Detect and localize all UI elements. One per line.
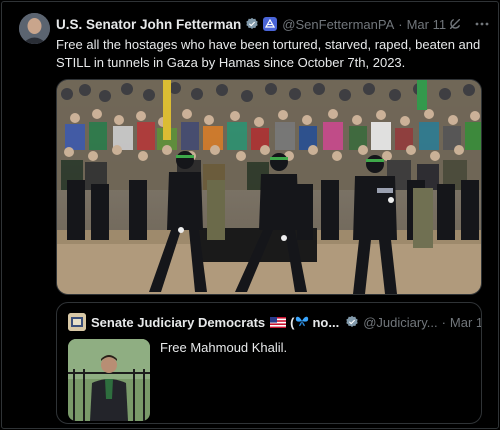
quoted-header-separator: · [441, 314, 446, 330]
quoted-tweet-header: Senate Judiciary Democrats (no... @Judi… [91, 312, 481, 332]
author-display-name[interactable]: U.S. Senator John Fetterman [56, 17, 241, 32]
tweet-media-photo[interactable] [56, 79, 482, 295]
government-affiliation-icon [263, 17, 278, 31]
butterfly-emoji-icon [295, 315, 309, 330]
quoted-name-paren: ( [290, 314, 295, 330]
author-handle[interactable]: @SenFettermanPA [282, 17, 394, 32]
author-avatar[interactable] [19, 13, 50, 44]
quoted-author-display-name[interactable]: Senate Judiciary Democrats [91, 315, 265, 330]
verified-badge-icon [345, 315, 359, 329]
tweet-text: Free all the hostages who have been tort… [56, 37, 481, 70]
header-separator: · [398, 16, 403, 32]
grok-icon[interactable] [448, 17, 462, 31]
quoted-tweet[interactable]: Senate Judiciary Democrats (no... @Judi… [56, 302, 482, 424]
tweet-header: U.S. Senator John Fetterman @SenFetterma… [56, 14, 490, 34]
quoted-name-truncated: no... [312, 314, 340, 330]
tweet-card[interactable]: U.S. Senator John Fetterman @SenFetterma… [1, 1, 499, 429]
quoted-author-handle[interactable]: @Judiciary... [363, 315, 437, 330]
more-options-icon[interactable] [474, 17, 490, 31]
quoted-tweet-text: Free Mahmoud Khalil. [160, 340, 288, 355]
quoted-author-avatar[interactable] [68, 313, 86, 331]
tweet-timestamp[interactable]: Mar 11 [407, 17, 447, 32]
quoted-tweet-photo[interactable] [68, 339, 150, 421]
verified-badge-icon [245, 17, 259, 31]
us-flag-icon [270, 316, 287, 328]
quoted-timestamp[interactable]: Mar 10 [450, 315, 481, 330]
